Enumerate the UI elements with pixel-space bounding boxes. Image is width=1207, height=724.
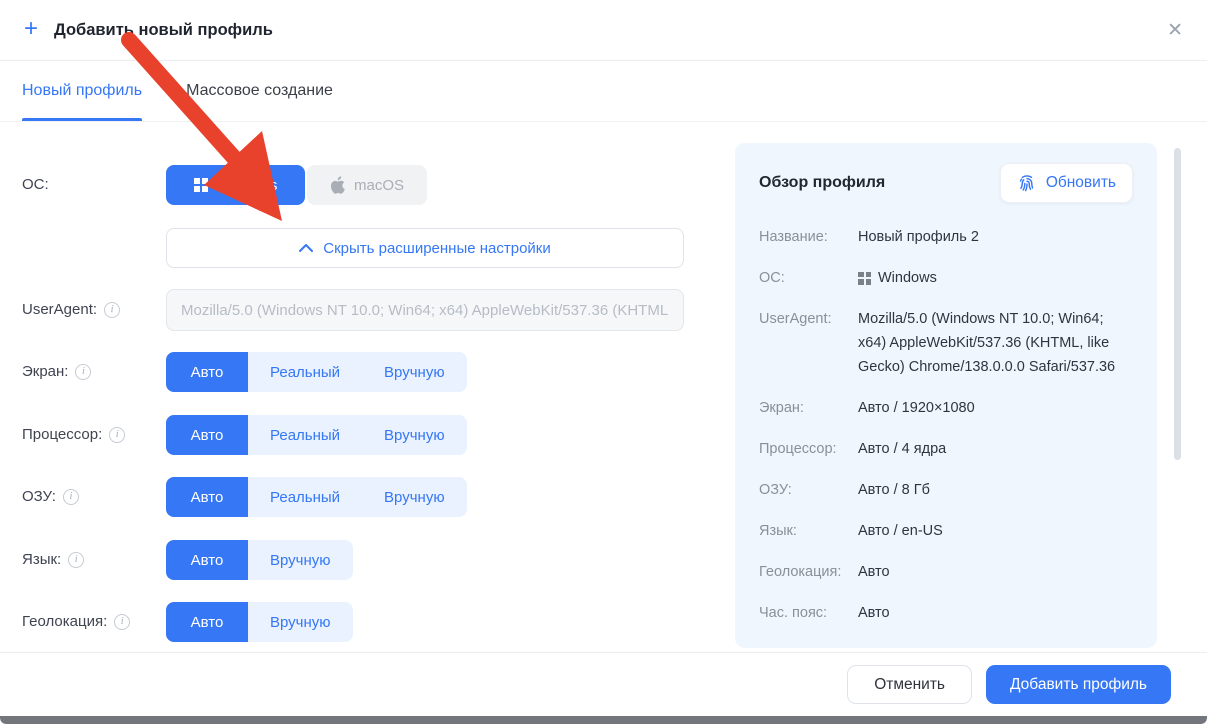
language-label: Язык: i bbox=[22, 551, 84, 568]
os-label-text: ОС: bbox=[22, 176, 49, 193]
os-label: ОС: bbox=[22, 176, 49, 193]
dialog-title: Добавить новый профиль bbox=[54, 21, 273, 40]
chevron-up-icon bbox=[299, 244, 313, 252]
cpu-option-manual[interactable]: Вручную bbox=[362, 415, 467, 455]
language-label-text: Язык: bbox=[22, 551, 61, 568]
add-profile-button[interactable]: Добавить профиль bbox=[986, 665, 1171, 704]
screen-label: Экран: i bbox=[22, 363, 91, 380]
tab-bulk-create[interactable]: Массовое создание bbox=[186, 61, 333, 121]
overview-timezone-value: Авто bbox=[858, 601, 890, 625]
overview-row-cpu: Процессор: Авто / 4 ядра bbox=[759, 437, 1133, 461]
ram-option-auto[interactable]: Авто bbox=[166, 477, 248, 517]
windows-icon bbox=[194, 178, 208, 192]
tab-new-profile-label: Новый профиль bbox=[22, 82, 142, 100]
overview-language-label: Язык: bbox=[759, 519, 858, 543]
overview-row-name: Название: Новый профиль 2 bbox=[759, 225, 1133, 249]
info-icon[interactable]: i bbox=[68, 552, 84, 568]
cpu-segment-control: Авто Реальный Вручную bbox=[166, 415, 467, 455]
overview-name-label: Название: bbox=[759, 225, 858, 249]
window-bottom-edge bbox=[0, 716, 1207, 724]
useragent-label-text: UserAgent: bbox=[22, 301, 97, 318]
tab-new-profile[interactable]: Новый профиль bbox=[22, 61, 142, 121]
fingerprint-icon bbox=[1017, 173, 1037, 193]
geolocation-option-manual[interactable]: Вручную bbox=[248, 602, 353, 642]
overview-ram-value: Авто / 8 Гб bbox=[858, 478, 930, 502]
overview-cpu-label: Процессор: bbox=[759, 437, 858, 461]
windows-icon bbox=[858, 272, 871, 285]
ram-label-text: ОЗУ: bbox=[22, 488, 56, 505]
info-icon[interactable]: i bbox=[63, 489, 79, 505]
add-profile-dialog: + Добавить новый профиль ✕ Новый профиль… bbox=[0, 0, 1207, 724]
os-toggle-group: Windows macOS bbox=[166, 165, 427, 205]
hide-advanced-settings-label: Скрыть расширенные настройки bbox=[323, 240, 551, 257]
overview-name-value: Новый профиль 2 bbox=[858, 225, 979, 249]
language-option-manual[interactable]: Вручную bbox=[248, 540, 353, 580]
overview-row-language: Язык: Авто / en-US bbox=[759, 519, 1133, 543]
info-icon[interactable]: i bbox=[75, 364, 91, 380]
cpu-label-text: Процессор: bbox=[22, 426, 102, 443]
screen-option-auto[interactable]: Авто bbox=[166, 352, 248, 392]
overview-os-value-text: Windows bbox=[878, 266, 937, 290]
overview-useragent-value: Mozilla/5.0 (Windows NT 10.0; Win64; x64… bbox=[858, 307, 1133, 379]
geolocation-label: Геолокация: i bbox=[22, 613, 130, 630]
geolocation-segment-control: Авто Вручную bbox=[166, 602, 353, 642]
apple-icon bbox=[330, 176, 345, 194]
useragent-input[interactable] bbox=[166, 289, 684, 331]
useragent-label: UserAgent: i bbox=[22, 301, 120, 318]
info-icon[interactable]: i bbox=[104, 302, 120, 318]
info-icon[interactable]: i bbox=[114, 614, 130, 630]
os-option-windows[interactable]: Windows bbox=[166, 165, 305, 205]
overview-language-value: Авто / en-US bbox=[858, 519, 943, 543]
overview-timezone-label: Час. пояс: bbox=[759, 601, 858, 625]
os-option-windows-label: Windows bbox=[217, 177, 278, 194]
overview-row-timezone: Час. пояс: Авто bbox=[759, 601, 1133, 625]
overview-row-geolocation: Геолокация: Авто bbox=[759, 560, 1133, 584]
screen-segment-control: Авто Реальный Вручную bbox=[166, 352, 467, 392]
tab-bar: Новый профиль Массовое создание bbox=[0, 61, 1207, 122]
overview-os-label: ОС: bbox=[759, 266, 858, 290]
ram-option-real[interactable]: Реальный bbox=[248, 477, 362, 517]
overview-geolocation-value: Авто bbox=[858, 560, 890, 584]
cpu-option-real[interactable]: Реальный bbox=[248, 415, 362, 455]
overview-os-value: Windows bbox=[858, 266, 937, 290]
overview-row-ram: ОЗУ: Авто / 8 Гб bbox=[759, 478, 1133, 502]
overview-screen-label: Экран: bbox=[759, 396, 858, 420]
ram-option-manual[interactable]: Вручную bbox=[362, 477, 467, 517]
dialog-footer: Отменить Добавить профиль bbox=[0, 652, 1207, 716]
os-option-macos-label: macOS bbox=[354, 177, 404, 194]
screen-option-real[interactable]: Реальный bbox=[248, 352, 362, 392]
tab-bulk-create-label: Массовое создание bbox=[186, 82, 333, 100]
overview-row-os: ОС: Windows bbox=[759, 266, 1133, 290]
overview-row-useragent: UserAgent: Mozilla/5.0 (Windows NT 10.0;… bbox=[759, 307, 1133, 379]
cancel-button[interactable]: Отменить bbox=[847, 665, 972, 704]
os-option-macos[interactable]: macOS bbox=[307, 165, 427, 205]
dialog-header: + Добавить новый профиль ✕ bbox=[0, 0, 1207, 61]
geolocation-option-auto[interactable]: Авто bbox=[166, 602, 248, 642]
geolocation-label-text: Геолокация: bbox=[22, 613, 107, 630]
overview-title: Обзор профиля bbox=[759, 174, 885, 192]
cpu-label: Процессор: i bbox=[22, 426, 125, 443]
plus-icon: + bbox=[24, 17, 38, 41]
overview-row-screen: Экран: Авто / 1920×1080 bbox=[759, 396, 1133, 420]
hide-advanced-settings-button[interactable]: Скрыть расширенные настройки bbox=[166, 228, 684, 268]
ram-segment-control: Авто Реальный Вручную bbox=[166, 477, 467, 517]
language-option-auto[interactable]: Авто bbox=[166, 540, 248, 580]
screen-option-manual[interactable]: Вручную bbox=[362, 352, 467, 392]
vertical-scrollbar[interactable] bbox=[1174, 148, 1181, 460]
overview-geolocation-label: Геолокация: bbox=[759, 560, 858, 584]
info-icon[interactable]: i bbox=[109, 427, 125, 443]
cpu-option-auto[interactable]: Авто bbox=[166, 415, 248, 455]
ram-label: ОЗУ: i bbox=[22, 488, 79, 505]
refresh-fingerprint-button[interactable]: Обновить bbox=[1000, 163, 1133, 203]
close-icon[interactable]: ✕ bbox=[1167, 21, 1183, 40]
overview-useragent-label: UserAgent: bbox=[759, 307, 858, 331]
overview-cpu-value: Авто / 4 ядра bbox=[858, 437, 946, 461]
overview-screen-value: Авто / 1920×1080 bbox=[858, 396, 975, 420]
language-segment-control: Авто Вручную bbox=[166, 540, 353, 580]
refresh-button-label: Обновить bbox=[1046, 174, 1116, 192]
overview-ram-label: ОЗУ: bbox=[759, 478, 858, 502]
screen-label-text: Экран: bbox=[22, 363, 68, 380]
profile-overview-panel: Обзор профиля Обновить Названи bbox=[735, 143, 1157, 648]
